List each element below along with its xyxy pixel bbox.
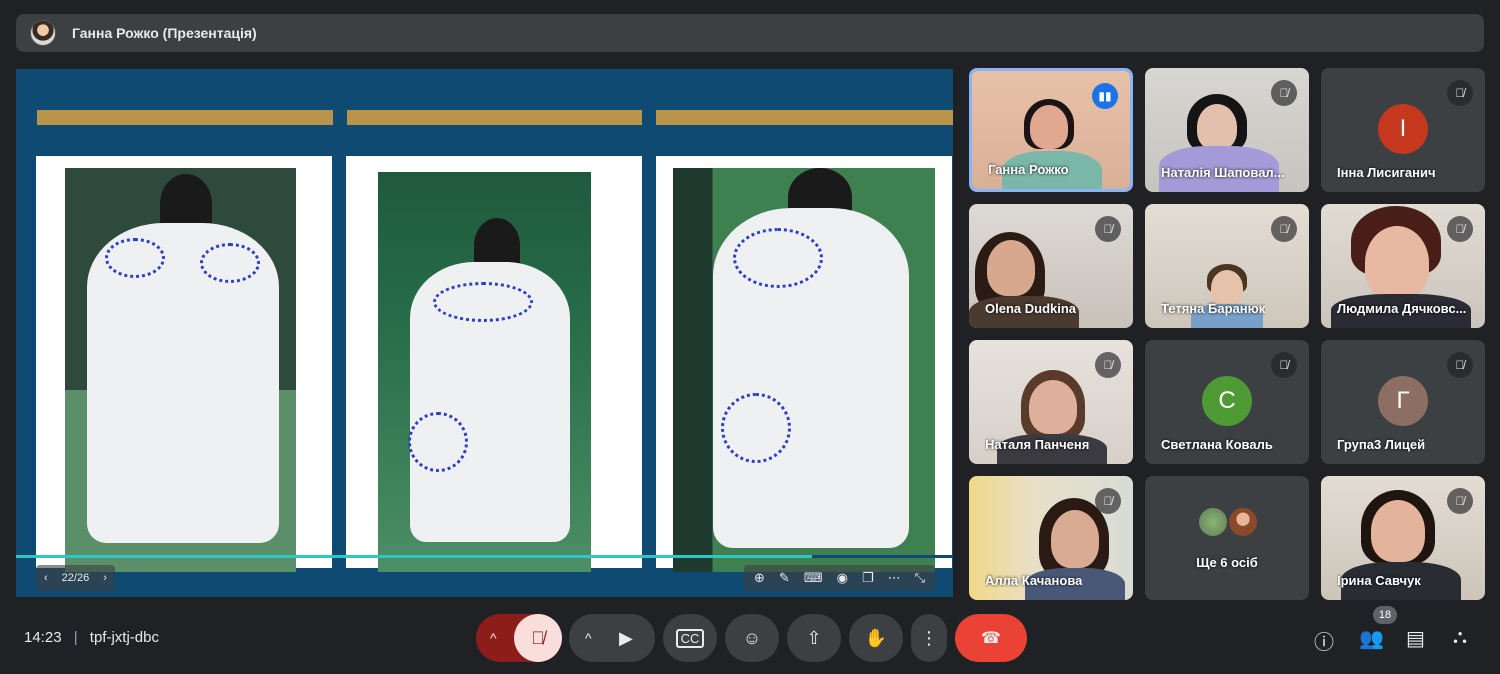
participant-tile[interactable]: 🎙̸ Тетяна Баранюк (1145, 204, 1309, 328)
meeting-details-icon[interactable]: ⓘ (1314, 626, 1334, 655)
participant-name: Алла Качанова (985, 573, 1083, 588)
pen-icon[interactable]: ✎ (779, 570, 790, 586)
mic-off-icon: 🎙̸ (1271, 352, 1297, 378)
people-icon[interactable]: 👥 (1359, 626, 1384, 651)
more-participants-avatars (1197, 506, 1259, 538)
participant-name: Ганна Рожко (988, 162, 1069, 177)
hand-icon: ✋ (864, 627, 888, 648)
participant-tile[interactable]: Г 🎙̸ Група3 Лицей (1321, 340, 1485, 464)
participant-name: Група3 Лицей (1337, 437, 1426, 452)
mic-off-icon: 🎙̸ (1447, 352, 1473, 378)
participant-initial-avatar: І (1378, 104, 1428, 154)
slide-photo-sleeveless-blouse (65, 168, 296, 572)
meeting-time: 14:23 (24, 629, 62, 646)
participant-tile[interactable]: ▮▮ Ганна Рожко (969, 68, 1133, 192)
participant-tile[interactable]: 🎙̸ Olena Dudkina (969, 204, 1133, 328)
slide-photo-sleeved-blouse (378, 172, 591, 572)
participant-name: Тетяна Баранюк (1161, 301, 1266, 316)
mic-off-icon: 🎙̸ (531, 627, 545, 648)
slide-controls: ‹ 22/26 › ⊕ ✎ ⌨ ◉ ❐ ⋯ ⤡ (16, 559, 953, 597)
mic-off-icon: 🎙̸ (1447, 488, 1473, 514)
present-screen-icon: ⇧ (806, 627, 822, 648)
participant-tile[interactable]: 🎙̸ Наталія Шаповал... (1145, 68, 1309, 192)
speaking-indicator-icon: ▮▮ (1092, 83, 1118, 109)
participant-name: Наталія Шаповал... (1161, 165, 1285, 180)
mic-off-icon: 🎙̸ (1271, 80, 1297, 106)
meeting-info: 14:23 | tpf-jxtj-dbc (24, 629, 159, 646)
participant-thumb (1227, 506, 1259, 538)
captions-button[interactable]: CC (663, 614, 717, 662)
participant-tile[interactable]: 🎙̸ Ірина Савчук (1321, 476, 1485, 600)
separator: | (73, 629, 78, 646)
next-slide-icon[interactable]: › (103, 572, 107, 584)
raise-hand-button[interactable]: ✋ (849, 614, 903, 662)
participant-tile[interactable]: І 🎙̸ Інна Лисиганич (1321, 68, 1485, 192)
participant-name: Людмила Дячковс... (1337, 301, 1467, 316)
mic-off-icon: 🎙̸ (1095, 488, 1121, 514)
participant-tile[interactable]: С 🎙̸ Светлана Коваль (1145, 340, 1309, 464)
emoji-icon: ☺ (742, 627, 762, 648)
participant-name: Ірина Савчук (1337, 573, 1421, 588)
slide-page-indicator: 22/26 (61, 572, 90, 584)
broadcast-icon[interactable]: ◉ (837, 570, 848, 586)
presenter-avatar (30, 20, 56, 46)
more-participants-tile[interactable]: Ще 6 осіб (1145, 476, 1309, 600)
presentation-stage[interactable] (16, 69, 953, 597)
chat-icon[interactable]: ▤ (1406, 626, 1425, 651)
more-vert-icon: ⋮ (920, 627, 938, 648)
mic-off-icon: 🎙̸ (1447, 216, 1473, 242)
participant-thumb (1197, 506, 1229, 538)
captions-icon: CC (675, 628, 705, 648)
meeting-toolbar: 14:23 | tpf-jxtj-dbc ^ 🎙̸ ^ ▶ CC ☺ ⇧ ✋ ⋮… (0, 600, 1500, 674)
participant-tile[interactable]: 🎙̸ Наталя Панченя (969, 340, 1133, 464)
slide-photo-puff-sleeve-blouse (673, 168, 935, 572)
presenter-bar: Ганна Рожко (Презентація) (16, 14, 1484, 52)
participant-name: Светлана Коваль (1161, 437, 1273, 452)
slide-gold-bar (37, 110, 333, 125)
camera-control-group: ^ ▶ (569, 614, 655, 662)
zoom-in-icon[interactable]: ⊕ (754, 570, 765, 586)
more-options-icon[interactable]: ⋯ (888, 570, 901, 586)
participant-name: Наталя Панченя (985, 437, 1090, 452)
slide-gold-bar (347, 110, 642, 125)
activities-icon[interactable]: ⛬ (1453, 626, 1467, 649)
camera-toggle-button[interactable]: ▶ (619, 628, 633, 649)
reactions-button[interactable]: ☺ (725, 614, 779, 662)
participant-count-badge: 18 (1373, 606, 1397, 624)
participant-initial-avatar: Г (1378, 376, 1428, 426)
exit-fullscreen-icon[interactable]: ⤡ (915, 570, 925, 586)
mic-options-chevron-icon[interactable]: ^ (490, 630, 497, 646)
participant-name: Olena Dudkina (985, 301, 1077, 316)
phone-hangup-icon: ☎ (981, 630, 1001, 647)
present-button[interactable]: ⇧ (787, 614, 841, 662)
slide-progress-fill (16, 555, 813, 558)
meeting-code: tpf-jxtj-dbc (89, 629, 159, 646)
keyboard-icon[interactable]: ⌨ (804, 570, 823, 586)
slide-gold-bar (656, 110, 953, 125)
participant-initial-avatar: С (1202, 376, 1252, 426)
mic-off-icon: 🎙̸ (1095, 216, 1121, 242)
more-options-button[interactable]: ⋮ (911, 614, 947, 662)
presenter-title: Ганна Рожко (Презентація) (72, 25, 257, 41)
participant-tile[interactable]: 🎙̸ Людмила Дячковс... (1321, 204, 1485, 328)
mic-off-icon: 🎙̸ (1447, 80, 1473, 106)
participant-name: Інна Лисиганич (1337, 165, 1436, 180)
pip-icon[interactable]: ❐ (862, 570, 874, 586)
mic-control-group: ^ 🎙̸ (476, 614, 562, 662)
end-call-button[interactable]: ☎ (955, 614, 1027, 662)
camera-icon: ▶ (619, 627, 633, 648)
camera-options-chevron-icon[interactable]: ^ (585, 630, 592, 646)
mic-off-icon: 🎙̸ (1095, 352, 1121, 378)
prev-slide-icon[interactable]: ‹ (44, 572, 48, 584)
more-participants-label: Ще 6 осіб (1196, 555, 1258, 570)
mic-off-icon: 🎙̸ (1271, 216, 1297, 242)
mic-toggle-button[interactable]: 🎙̸ (514, 614, 562, 662)
participant-tile[interactable]: 🎙̸ Алла Качанова (969, 476, 1133, 600)
